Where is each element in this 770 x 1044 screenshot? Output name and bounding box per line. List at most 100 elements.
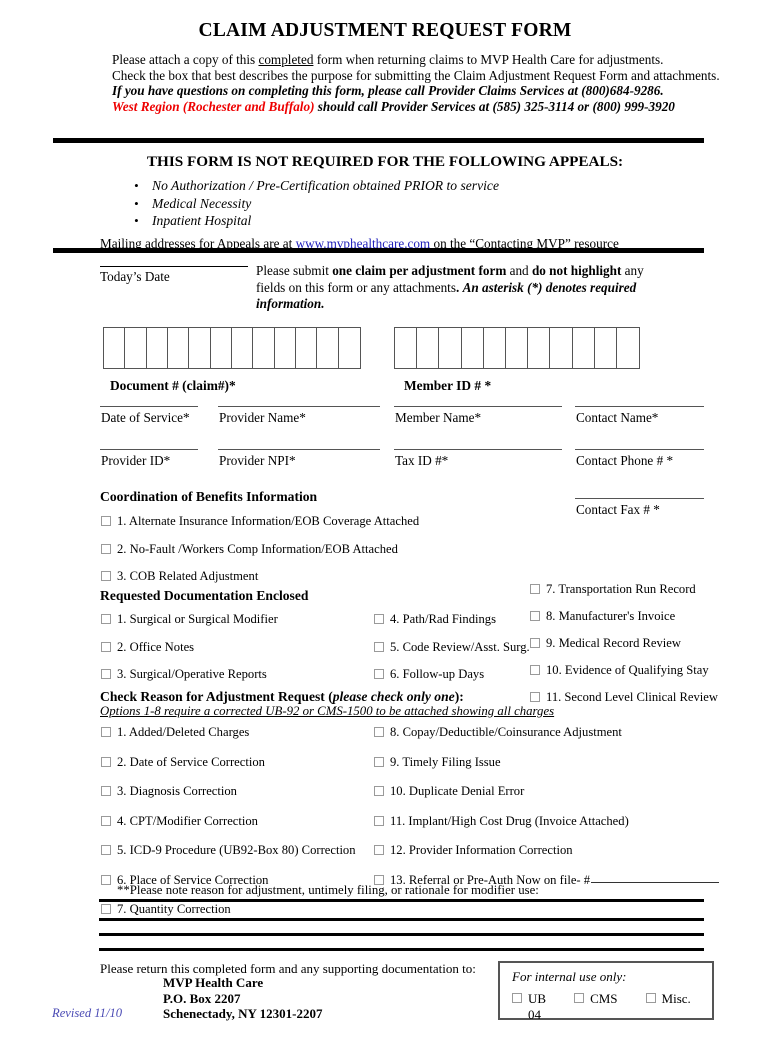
- comb-cell[interactable]: [125, 328, 147, 368]
- checkbox-icon[interactable]: [645, 993, 656, 1003]
- internal-use-option[interactable]: Misc.: [645, 991, 691, 1023]
- comb-cell[interactable]: [296, 328, 318, 368]
- comb-cell[interactable]: [617, 328, 639, 368]
- form-field-provider-name[interactable]: Provider Name*: [218, 406, 380, 426]
- checkbox-row[interactable]: 1. Surgical or Surgical Modifier: [101, 612, 278, 626]
- comb-cell[interactable]: [104, 328, 126, 368]
- form-field-contact-phone[interactable]: Contact Phone # *: [575, 449, 704, 469]
- checkbox-row[interactable]: 3. Surgical/Operative Reports: [101, 667, 278, 681]
- checkbox-row[interactable]: 6. Follow-up Days: [374, 667, 530, 681]
- checkbox-row[interactable]: 10. Duplicate Denial Error: [374, 784, 719, 798]
- checkbox-icon[interactable]: [101, 669, 111, 679]
- comb-cell[interactable]: [462, 328, 484, 368]
- checkbox-row[interactable]: 7. Quantity Correction: [101, 902, 356, 916]
- checkbox-row[interactable]: 3. COB Related Adjustment: [101, 569, 419, 583]
- checkbox-icon[interactable]: [101, 543, 111, 554]
- checkbox-label: 4. Path/Rad Findings: [390, 612, 497, 626]
- checkbox-row[interactable]: 4. Path/Rad Findings: [374, 612, 530, 626]
- checkbox-row[interactable]: 4. CPT/Modifier Correction: [101, 814, 356, 828]
- document-number-comb-field[interactable]: [103, 327, 361, 369]
- form-field-tax-id[interactable]: Tax ID #*: [394, 449, 562, 469]
- notes-line[interactable]: [99, 948, 704, 951]
- reason-title-c: ):: [454, 689, 464, 704]
- comb-cell[interactable]: [168, 328, 190, 368]
- checkbox-icon[interactable]: [101, 786, 111, 796]
- comb-cell[interactable]: [275, 328, 296, 368]
- comb-cell[interactable]: [395, 328, 418, 368]
- checkbox-icon[interactable]: [574, 993, 585, 1003]
- checkbox-icon[interactable]: [101, 516, 111, 526]
- internal-use-option[interactable]: UB 04: [512, 991, 546, 1023]
- comb-cell[interactable]: [528, 328, 551, 368]
- checkbox-icon[interactable]: [101, 641, 111, 652]
- checkbox-icon[interactable]: [101, 614, 111, 624]
- checkbox-row[interactable]: 10. Evidence of Qualifying Stay: [530, 663, 718, 677]
- checkbox-icon[interactable]: [101, 845, 111, 855]
- checkbox-icon[interactable]: [374, 614, 384, 624]
- internal-use-option[interactable]: CMS: [574, 991, 618, 1023]
- notes-line[interactable]: [99, 918, 704, 921]
- checkbox-icon[interactable]: [530, 638, 540, 648]
- form-field-provider-npi[interactable]: Provider NPI*: [218, 449, 380, 469]
- checkbox-row[interactable]: 1. Alternate Insurance Information/EOB C…: [101, 514, 419, 528]
- checkbox-row[interactable]: 9. Timely Filing Issue: [374, 755, 719, 769]
- checkbox-row[interactable]: 1. Added/Deleted Charges: [101, 725, 356, 739]
- notes-line[interactable]: [99, 899, 704, 902]
- checkbox-icon[interactable]: [101, 815, 111, 826]
- form-field-date-of-service[interactable]: Date of Service*: [100, 406, 198, 426]
- checkbox-row[interactable]: 11. Implant/High Cost Drug (Invoice Atta…: [374, 814, 719, 828]
- write-in-line[interactable]: [591, 873, 720, 883]
- member-id-comb-field[interactable]: [394, 327, 640, 369]
- comb-cell[interactable]: [439, 328, 462, 368]
- comb-cell[interactable]: [189, 328, 211, 368]
- checkbox-icon[interactable]: [374, 815, 384, 826]
- checkbox-row[interactable]: 8. Copay/Deductible/Coinsurance Adjustme…: [374, 725, 719, 739]
- comb-cell[interactable]: [147, 328, 168, 368]
- form-field-contact-fax[interactable]: Contact Fax # *: [575, 498, 704, 518]
- comb-cell[interactable]: [484, 328, 506, 368]
- comb-cell[interactable]: [253, 328, 275, 368]
- checkbox-icon[interactable]: [101, 756, 111, 767]
- checkbox-row[interactable]: 3. Diagnosis Correction: [101, 784, 356, 798]
- checkbox-row[interactable]: 5. ICD-9 Procedure (UB92-Box 80) Correct…: [101, 843, 356, 857]
- checkbox-row[interactable]: 12. Provider Information Correction: [374, 843, 719, 857]
- comb-cell[interactable]: [339, 328, 360, 368]
- form-field-member-name[interactable]: Member Name*: [394, 406, 562, 426]
- notes-line[interactable]: [99, 933, 704, 936]
- west-region-rest: should call Provider Services at (585) 3…: [314, 98, 675, 114]
- comb-cell[interactable]: [595, 328, 617, 368]
- checkbox-row[interactable]: 8. Manufacturer's Invoice: [530, 609, 718, 623]
- checkbox-icon[interactable]: [374, 641, 384, 652]
- checkbox-row[interactable]: 7. Transportation Run Record: [530, 582, 718, 596]
- checkbox-icon[interactable]: [101, 571, 111, 581]
- form-field-provider-id[interactable]: Provider ID*: [100, 449, 198, 469]
- checkbox-icon[interactable]: [512, 993, 522, 1003]
- checkbox-icon[interactable]: [374, 669, 384, 679]
- checkbox-icon[interactable]: [530, 611, 540, 621]
- checkbox-row[interactable]: 9. Medical Record Review: [530, 636, 718, 650]
- checkbox-icon[interactable]: [101, 904, 111, 914]
- comb-cell[interactable]: [417, 328, 440, 368]
- checkbox-icon[interactable]: [374, 845, 384, 855]
- todays-date-field[interactable]: Today’s Date: [100, 266, 248, 285]
- comb-cell[interactable]: [550, 328, 573, 368]
- checkbox-icon[interactable]: [101, 727, 111, 737]
- checkbox-row[interactable]: 11. Second Level Clinical Review: [530, 690, 718, 704]
- comb-cell[interactable]: [317, 328, 339, 368]
- checkbox-icon[interactable]: [374, 727, 384, 737]
- comb-cell[interactable]: [573, 328, 595, 368]
- checkbox-icon[interactable]: [530, 665, 540, 675]
- comb-cell[interactable]: [211, 328, 232, 368]
- comb-cell[interactable]: [232, 328, 254, 368]
- checkbox-icon[interactable]: [374, 786, 384, 796]
- checkbox-row[interactable]: 2. Office Notes: [101, 640, 278, 654]
- checkbox-icon[interactable]: [101, 874, 111, 885]
- form-field-contact-name[interactable]: Contact Name*: [575, 406, 704, 426]
- checkbox-row[interactable]: 2. Date of Service Correction: [101, 755, 356, 769]
- checkbox-icon[interactable]: [530, 692, 540, 702]
- checkbox-icon[interactable]: [530, 584, 540, 594]
- checkbox-row[interactable]: 2. No-Fault /Workers Comp Information/EO…: [101, 542, 419, 556]
- checkbox-icon[interactable]: [374, 756, 384, 767]
- checkbox-row[interactable]: 5. Code Review/Asst. Surg.: [374, 640, 530, 654]
- comb-cell[interactable]: [506, 328, 529, 368]
